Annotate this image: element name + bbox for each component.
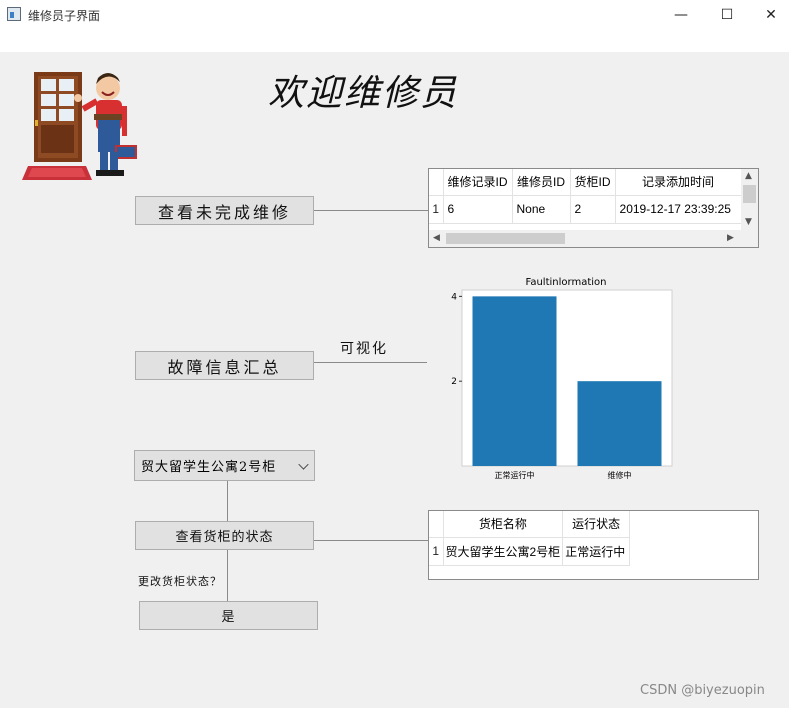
cell-cabinet-id[interactable]: 2 [570,195,616,224]
table-row[interactable]: 1 贸大留学生公寓2号柜 正常运行中 [429,537,631,566]
vertical-scrollbar[interactable]: ▲ ▼ [741,169,758,231]
scroll-corner [741,230,758,247]
maximize-button[interactable]: ☐ [704,0,750,30]
y-tick-label: 4 [451,292,457,302]
visualize-label: 可视化 [340,341,388,357]
scroll-thumb[interactable] [446,233,565,244]
cell-run-status[interactable]: 正常运行中 [562,537,631,566]
column-header[interactable]: 维修员ID [512,169,571,196]
welcome-title: 欢迎维修员 [268,73,459,114]
view-cabinet-status-button[interactable]: 查看货柜的状态 [135,521,314,550]
scroll-up-icon[interactable]: ▲ [745,171,752,181]
repairman-illustration [22,72,137,180]
fault-summary-button[interactable]: 故障信息汇总 [135,351,314,380]
horizontal-scrollbar[interactable]: ◀ ▶ [429,230,742,247]
view-unfinished-repairs-button[interactable]: 查看未完成维修 [135,196,314,225]
minimize-button[interactable]: — [658,0,704,30]
cabinet-status-table[interactable]: 货柜名称 运行状态 1 贸大留学生公寓2号柜 正常运行中 [428,510,759,580]
column-header[interactable]: 运行状态 [562,511,631,538]
column-header[interactable]: 记录添加时间 [615,169,742,196]
cabinet-select[interactable]: 贸大留学生公寓2号柜 [134,450,315,481]
cell-cabinet-name[interactable]: 贸大留学生公寓2号柜 [443,537,564,566]
connector-line [227,481,228,521]
connector-line [227,550,228,602]
table-header-row: 货柜名称 运行状态 [429,511,631,538]
column-header[interactable]: 维修记录ID [443,169,513,196]
column-header[interactable]: 货柜名称 [443,511,564,538]
y-tick-label: 2 [451,377,457,387]
scroll-down-icon[interactable]: ▼ [745,217,752,227]
title-bar: 维修员子界面 — ☐ ✕ [0,0,789,30]
connector-line [314,362,427,363]
connector-line [314,540,428,541]
table-row[interactable]: 1 6 None 2 2019-12-17 23:39:25 [429,195,742,224]
close-button[interactable]: ✕ [748,0,789,30]
confirm-yes-button[interactable]: 是 [139,601,318,630]
cell-record-id[interactable]: 6 [443,195,513,224]
row-index: 1 [429,195,444,224]
x-tick-label: 正常运行中 [495,470,535,480]
repair-records-table[interactable]: 维修记录ID 维修员ID 货柜ID 记录添加时间 1 6 None 2 2019… [428,168,759,248]
fault-information-chart: Faultinlormation 正常运行中 维修中 2 4 [451,277,673,480]
window-title: 维修员子界面 [28,9,101,23]
connector-line [314,210,428,211]
scroll-left-icon[interactable]: ◀ [433,233,440,243]
change-status-label: 更改货柜状态？ [138,573,224,589]
menu-strip [0,30,789,52]
cell-added-time[interactable]: 2019-12-17 23:39:25 [615,195,742,224]
cell-repairman-id[interactable]: None [512,195,571,224]
watermark: CSDN @biyezuopin [640,683,765,698]
row-index: 1 [429,537,444,566]
table-header-row: 维修记录ID 维修员ID 货柜ID 记录添加时间 [429,169,742,196]
cabinet-select-value: 贸大留学生公寓2号柜 [141,460,277,475]
app-icon [7,7,21,21]
column-header[interactable]: 货柜ID [570,169,616,196]
corner-header [429,511,444,538]
chart-title: Faultinlormation [526,277,607,288]
x-tick-label: 维修中 [608,470,632,480]
chevron-down-icon[interactable] [298,459,309,470]
corner-header [429,169,444,196]
chart-bar [577,381,662,466]
scroll-right-icon[interactable]: ▶ [727,233,734,243]
scroll-thumb[interactable] [743,185,756,203]
chart-bar [472,296,557,466]
